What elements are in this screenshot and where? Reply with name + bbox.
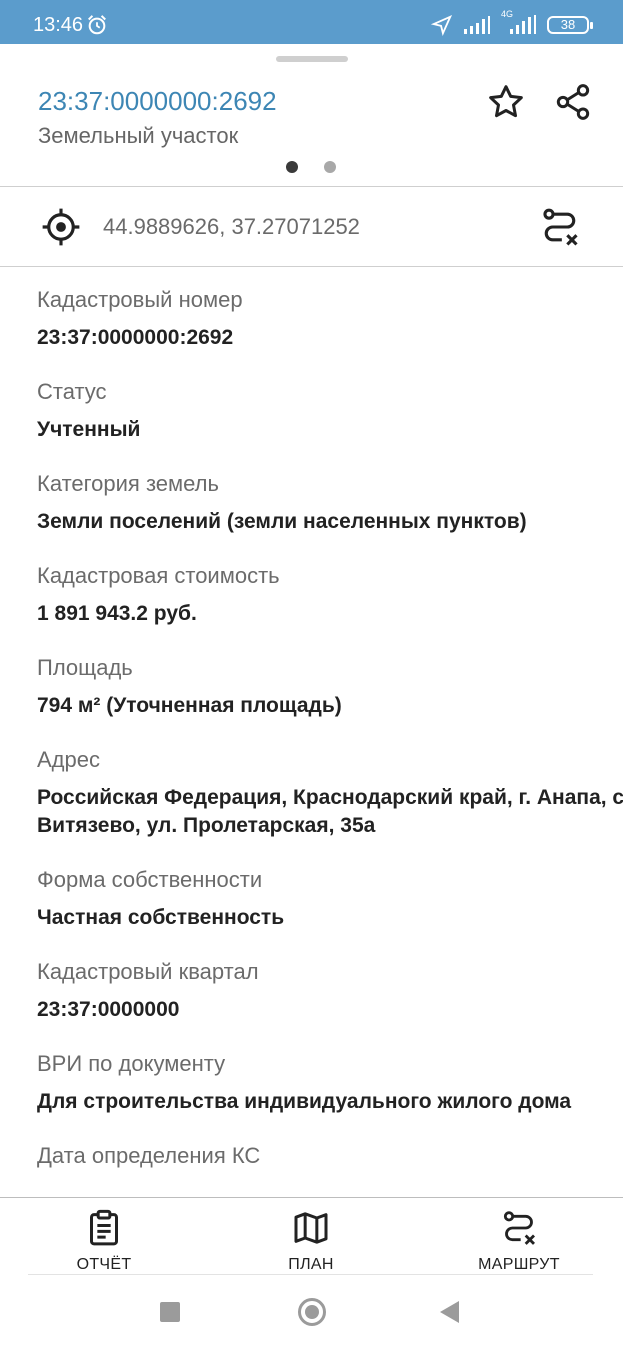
field-label: Дата определения КС [37, 1143, 261, 1168]
property-details: Кадастровый номер 23:37:0000000:2692 Ста… [37, 286, 623, 1196]
field-cadastral-quarter: Кадастровый квартал 23:37:0000000 [37, 958, 623, 1024]
field-value[interactable]: Для строительства индивидуального жилого… [37, 1088, 623, 1116]
battery-icon: 38 [547, 16, 593, 34]
field-value[interactable]: 794 м² (Уточненная площадь) [37, 692, 623, 720]
plan-label: ПЛАН [288, 1256, 334, 1273]
field-cadastral-number: Кадастровый номер 23:37:0000000:2692 [37, 286, 623, 352]
field-value[interactable]: Частная собственность [37, 904, 623, 932]
favorite-button[interactable] [484, 80, 528, 124]
divider [0, 266, 623, 267]
share-button[interactable] [551, 80, 595, 124]
report-button[interactable]: ОТЧЁТ [34, 1208, 174, 1274]
field-area: Площадь 794 м² (Уточненная площадь) [37, 654, 623, 720]
field-permitted-use: ВРИ по документу Для строительства индив… [37, 1050, 623, 1116]
field-value[interactable]: Учтенный [37, 416, 623, 444]
recents-button[interactable] [160, 1302, 180, 1322]
field-label: Категория земель [37, 471, 219, 496]
field-value[interactable]: 23:37:0000000:2692 [37, 324, 623, 352]
pager-dot-2[interactable] [324, 161, 336, 173]
route-button[interactable]: МАРШРУТ [449, 1208, 589, 1274]
object-type: Земельный участок [38, 123, 239, 148]
field-cadastral-value: Кадастровая стоимость 1 891 943.2 руб. [37, 562, 623, 628]
object-title: 23:37:0000000:2692 [38, 86, 277, 116]
star-icon [489, 85, 523, 118]
field-value[interactable]: Российская Федерация, Краснодарский край… [37, 784, 623, 840]
bottom-separator [28, 1274, 593, 1275]
field-label: Кадастровый номер [37, 287, 243, 312]
route-label: МАРШРУТ [478, 1256, 560, 1273]
signal-icon [464, 16, 490, 34]
location-arrow-icon [431, 14, 453, 36]
field-address: Адрес Российская Федерация, Краснодарски… [37, 746, 623, 840]
field-valuation-date: Дата определения КС [37, 1142, 623, 1170]
back-button[interactable] [440, 1301, 459, 1323]
crosshair-icon[interactable] [40, 206, 82, 248]
field-value[interactable]: 23:37:0000000 [37, 996, 623, 1024]
field-label: Кадастровая стоимость [37, 563, 280, 588]
route-icon[interactable] [538, 205, 582, 249]
report-label: ОТЧЁТ [76, 1256, 132, 1273]
field-value[interactable]: Земли поселений (земли населенных пункто… [37, 508, 623, 536]
signal-icon-2 [510, 15, 536, 34]
field-label: ВРИ по документу [37, 1051, 226, 1076]
pager-dot-1[interactable] [286, 161, 298, 173]
share-icon [556, 84, 590, 120]
status-bar: 13:46 4G 38 [0, 0, 623, 44]
field-label: Форма собственности [37, 867, 263, 892]
field-land-category: Категория земель Земли поселений (земли … [37, 470, 623, 536]
network-type: 4G [501, 9, 537, 35]
field-label: Статус [37, 379, 107, 404]
status-icons: 4G 38 [431, 9, 593, 36]
route-icon [503, 1211, 536, 1245]
clock: 13:46 [33, 14, 84, 36]
coordinates-text[interactable]: 44.9889626, 37.27071252 [103, 214, 360, 240]
alarm-icon [88, 15, 106, 35]
clipboard-icon [90, 1209, 118, 1246]
home-button[interactable] [298, 1298, 326, 1326]
map-icon [294, 1212, 328, 1244]
field-ownership: Форма собственности Частная собственност… [37, 866, 623, 932]
field-status: Статус Учтенный [37, 378, 623, 444]
divider [0, 186, 623, 187]
field-label: Адрес [37, 747, 100, 772]
sheet-drag-handle[interactable] [276, 56, 348, 62]
field-label: Площадь [37, 655, 133, 680]
field-label: Кадастровый квартал [37, 959, 259, 984]
plan-button[interactable]: ПЛАН [241, 1208, 381, 1274]
pager-dots [286, 161, 336, 173]
field-value[interactable]: 1 891 943.2 руб. [37, 600, 623, 628]
